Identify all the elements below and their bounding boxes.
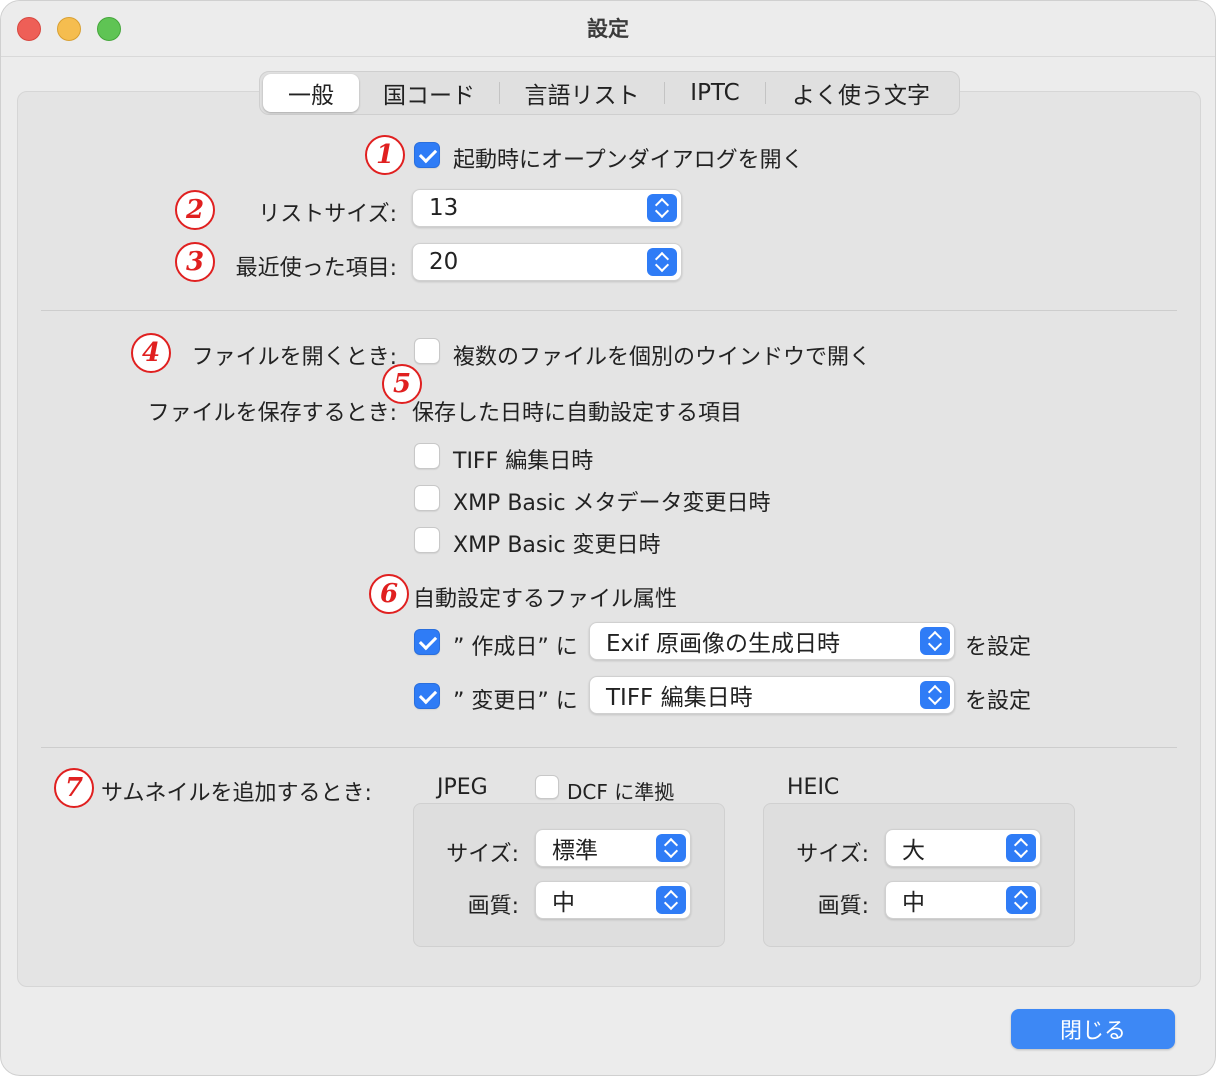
recent-items-select[interactable]: 20 [412, 243, 682, 281]
modification-date-label: ” 変更日” に [453, 689, 578, 714]
marker-3: 3 [175, 242, 215, 282]
chevron-updown-icon [656, 886, 686, 914]
recent-items-label: 最近使った項目: [235, 256, 397, 281]
xmp-modify-date-label: XMP Basic 変更日時 [453, 533, 661, 558]
heic-size-label: サイズ: [796, 842, 869, 867]
chevron-updown-icon [656, 834, 686, 862]
chevron-updown-icon [1006, 834, 1036, 862]
heic-quality-select[interactable]: 中 [885, 881, 1041, 919]
chevron-updown-icon [1006, 886, 1036, 914]
modification-date-checkbox[interactable] [414, 683, 440, 709]
modification-date-suffix: を設定 [965, 689, 1032, 714]
jpeg-size-select[interactable]: 標準 [535, 829, 691, 867]
creation-date-suffix: を設定 [965, 635, 1032, 660]
creation-date-select[interactable]: Exif 原画像の生成日時 [589, 622, 955, 660]
jpeg-size-label: サイズ: [446, 842, 519, 867]
window-title: 設定 [587, 17, 629, 41]
chevron-updown-icon [647, 248, 677, 276]
marker-6: 6 [369, 574, 409, 614]
file-save-heading: 保存した日時に自動設定する項目 [412, 401, 743, 426]
file-open-label: ファイルを開くとき: [191, 345, 397, 370]
creation-date-checkbox[interactable] [414, 629, 440, 655]
marker-7: 7 [54, 768, 94, 808]
jpeg-size-value: 標準 [552, 838, 598, 864]
divider [41, 747, 1177, 748]
jpeg-options-box [413, 803, 725, 947]
chevron-updown-icon [920, 681, 950, 709]
dcf-label: DCF に準拠 [567, 780, 675, 804]
tab-language-list[interactable]: 言語リスト [500, 74, 664, 112]
title-bar: 設定 [1, 1, 1215, 57]
divider [41, 310, 1177, 311]
chevron-updown-icon [920, 627, 950, 655]
xmp-metadata-date-label: XMP Basic メタデータ変更日時 [453, 491, 771, 516]
creation-date-value: Exif 原画像の生成日時 [606, 631, 840, 657]
open-dialog-label: 起動時にオープンダイアログを開く [453, 148, 804, 173]
separate-windows-checkbox[interactable] [414, 338, 440, 364]
list-size-label: リストサイズ: [258, 202, 397, 227]
open-dialog-checkbox[interactable] [414, 142, 440, 168]
heic-size-select[interactable]: 大 [885, 829, 1041, 867]
heic-quality-label: 画質: [817, 894, 869, 919]
marker-2: 2 [175, 190, 215, 230]
jpeg-quality-select[interactable]: 中 [535, 881, 691, 919]
marker-1: 1 [365, 135, 405, 175]
tab-general[interactable]: 一般 [263, 74, 359, 112]
jpeg-quality-label: 画質: [467, 894, 519, 919]
jpeg-title: JPEG [437, 775, 488, 800]
file-save-label: ファイルを保存するとき: [147, 401, 397, 426]
modification-date-value: TIFF 編集日時 [606, 685, 753, 711]
tab-iptc[interactable]: IPTC [665, 74, 765, 112]
file-attributes-heading: 自動設定するファイル属性 [413, 587, 678, 612]
modification-date-select[interactable]: TIFF 編集日時 [589, 676, 955, 714]
heic-options-box [763, 803, 1075, 947]
heic-quality-value: 中 [902, 890, 925, 916]
list-size-select[interactable]: 13 [412, 189, 682, 227]
list-size-value: 13 [429, 195, 459, 221]
recent-items-value: 20 [429, 249, 459, 275]
thumbnail-label: サムネイルを追加するとき: [101, 781, 372, 806]
heic-title: HEIC [787, 775, 840, 800]
settings-window: 設定 一般 国コード 言語リスト IPTC よく使う文字 1 起動時にオープンダ… [0, 0, 1216, 1076]
creation-date-label: ” 作成日” に [453, 635, 578, 660]
jpeg-quality-value: 中 [552, 890, 575, 916]
heic-size-value: 大 [902, 838, 925, 864]
tab-frequent-characters[interactable]: よく使う文字 [766, 74, 956, 112]
tiff-edit-date-checkbox[interactable] [414, 443, 440, 469]
xmp-modify-date-checkbox[interactable] [414, 527, 440, 553]
tab-country-code[interactable]: 国コード [359, 74, 499, 112]
dcf-checkbox[interactable] [535, 775, 559, 799]
chevron-updown-icon [647, 194, 677, 222]
close-button[interactable]: 閉じる [1011, 1009, 1175, 1049]
xmp-metadata-date-checkbox[interactable] [414, 485, 440, 511]
separate-windows-label: 複数のファイルを個別のウインドウで開く [453, 345, 872, 370]
tiff-edit-date-label: TIFF 編集日時 [453, 449, 594, 474]
tab-bar: 一般 国コード 言語リスト IPTC よく使う文字 [259, 71, 960, 115]
marker-4: 4 [131, 333, 171, 373]
